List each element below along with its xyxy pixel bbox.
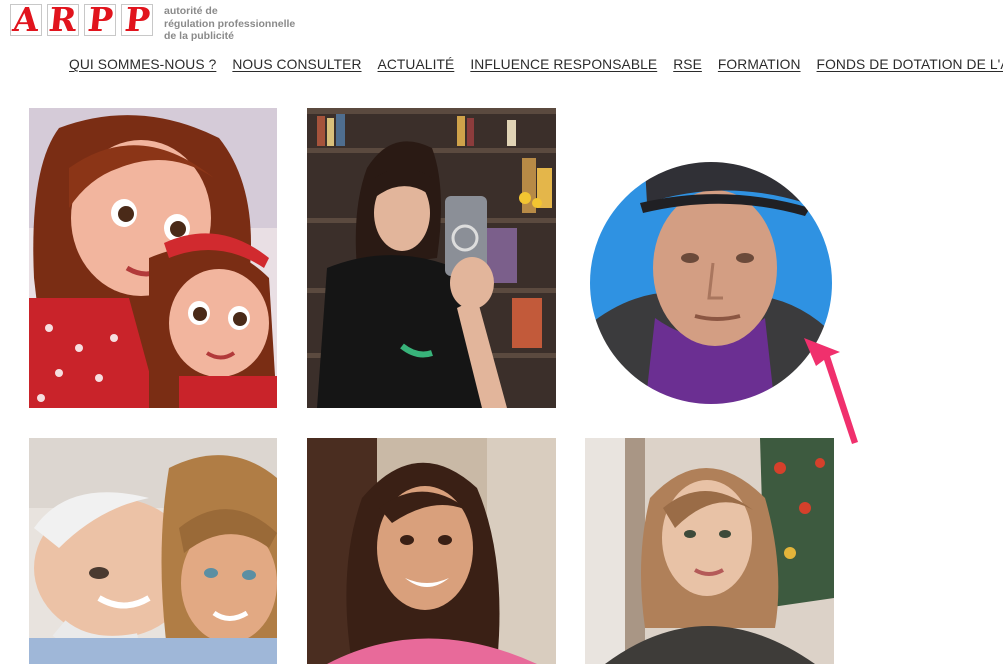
nav-item-nous-consulter[interactable]: NOUS CONSULTER [232,57,361,72]
nav-item-formation[interactable]: FORMATION [718,57,801,72]
nav-item-influence-responsable[interactable]: INFLUENCE RESPONSABLE [470,57,657,72]
tagline-line-1: autorité de [164,5,218,17]
nav-item-fonds-de-dotation[interactable]: FONDS DE DOTATION DE L'ARPP [817,57,1003,72]
logo-letters: A R P P [10,0,158,39]
main-navigation: QUI SOMMES-NOUS ? NOUS CONSULTER ACTUALI… [69,57,1003,72]
logo-tagline: autorité de régulation professionnelle d… [164,5,295,43]
smiling-woman-portrait[interactable] [307,438,556,664]
nav-item-qui-sommes-nous[interactable]: QUI SOMMES-NOUS ? [69,57,216,72]
logo-box-4: P [121,0,153,39]
elderly-man-and-woman-portrait[interactable] [29,438,277,664]
nav-item-rse[interactable]: RSE [673,57,702,72]
logo-box-3: P [84,0,116,39]
tagline-line-2: régulation professionnelle [164,17,296,30]
tagline-line-3: de la publicité [164,30,235,42]
young-woman-portrait[interactable] [585,438,834,664]
logo-box-1: A [10,0,42,39]
logo-box-2: R [47,0,79,39]
nav-item-actualite[interactable]: ACTUALITÉ [378,57,455,72]
cartoon-mother-daughter-portrait[interactable] [29,108,277,408]
arpp-logo[interactable]: A R P P autorité de régulation professio… [10,0,295,43]
site-header: A R P P autorité de régulation professio… [0,0,1003,100]
mirror-selfie-portrait[interactable] [307,108,556,408]
